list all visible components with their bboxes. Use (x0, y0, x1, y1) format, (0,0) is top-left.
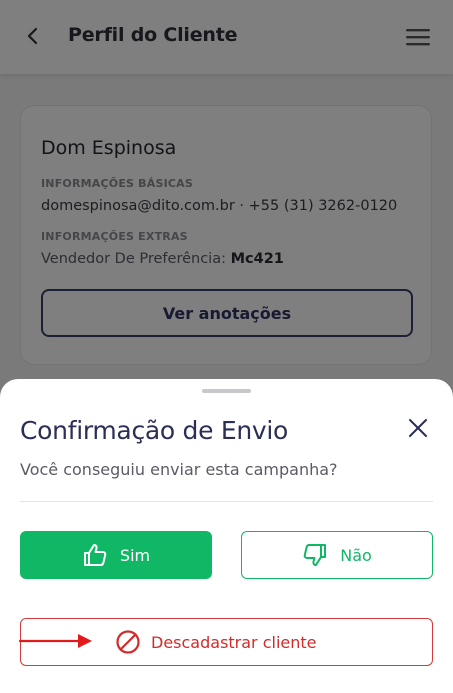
no-label: Não (340, 545, 372, 565)
divider (20, 501, 433, 502)
prohibited-icon (116, 630, 140, 654)
drag-handle[interactable] (202, 389, 251, 393)
yes-label: Sim (119, 545, 151, 565)
arrow-annotation-icon (18, 634, 92, 648)
thumbs-up-icon (83, 544, 107, 566)
no-button[interactable]: Não (241, 531, 433, 579)
thumbs-down-icon (303, 544, 327, 566)
modal-title: Confirmação de Envio (20, 416, 289, 445)
send-confirmation-sheet: Confirmação de Envio Você conseguiu envi… (0, 379, 453, 693)
yes-button[interactable]: Sim (20, 531, 212, 579)
unsubscribe-label: Descadastrar cliente (151, 632, 317, 652)
unsubscribe-content: Descadastrar cliente (115, 629, 317, 655)
modal-subtitle: Você conseguiu enviar esta campanha? (20, 460, 338, 479)
close-icon[interactable] (406, 416, 430, 440)
